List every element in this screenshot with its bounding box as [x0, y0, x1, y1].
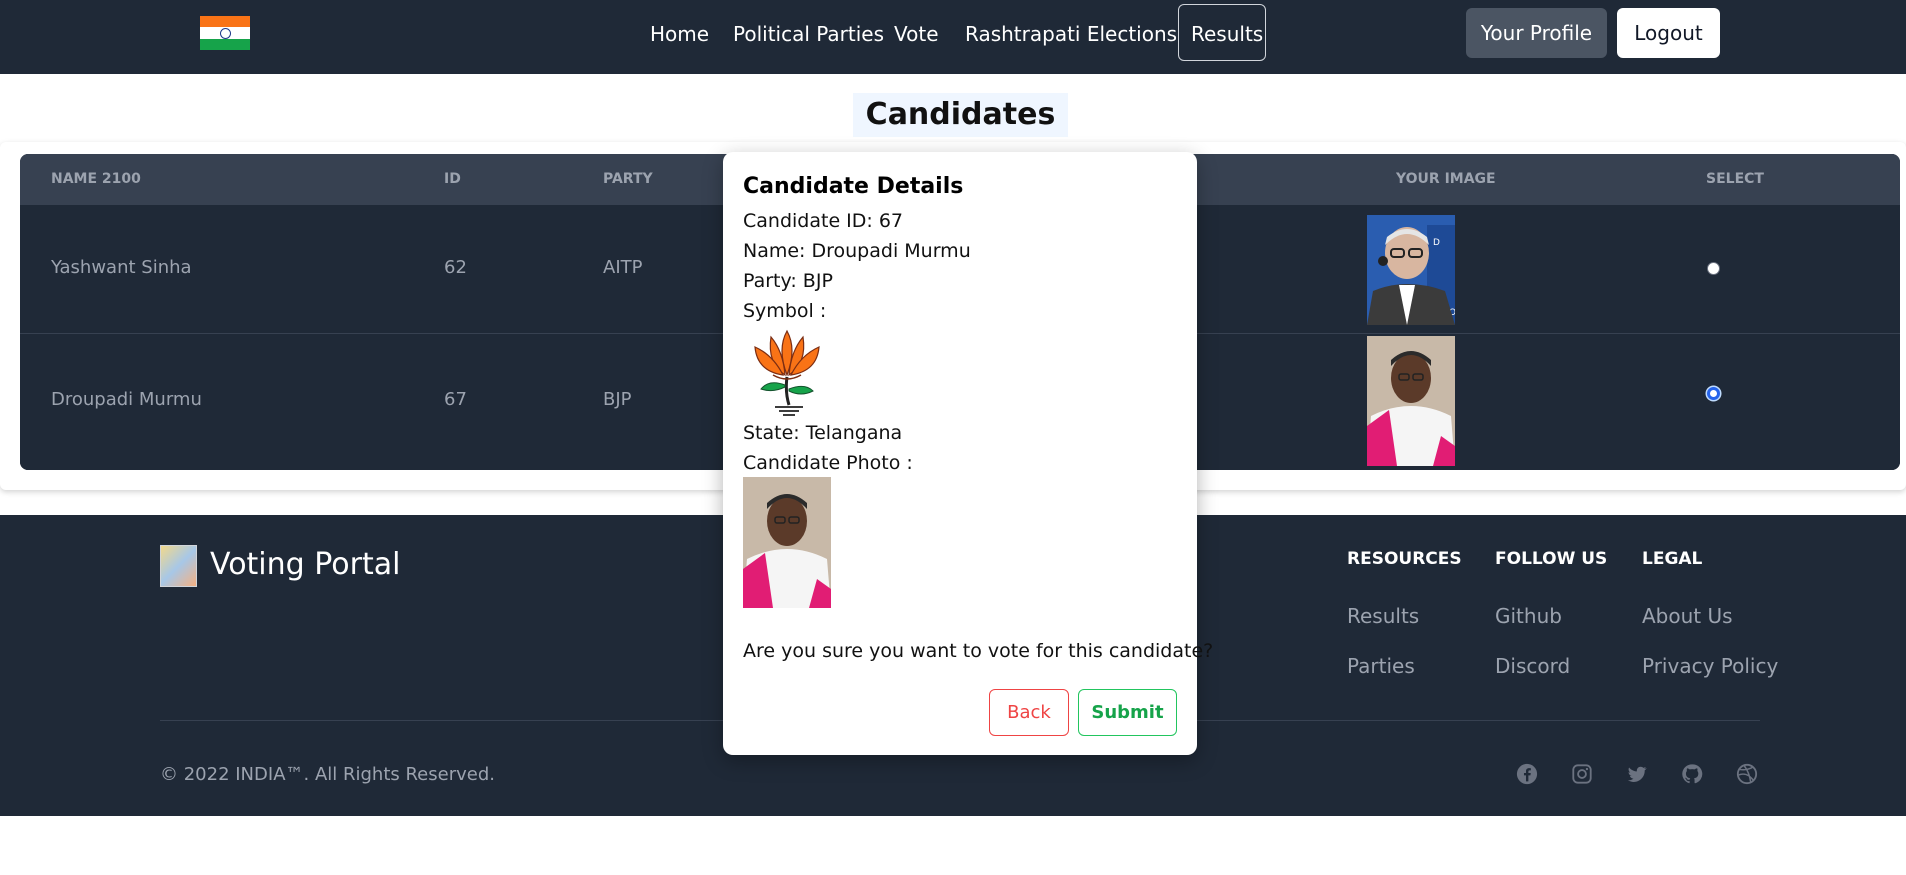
th-party: PARTY — [603, 171, 653, 187]
modal-candidate-party: Party: BJP — [743, 270, 833, 292]
candidate-photo: D W ECO — [1367, 215, 1455, 325]
your-profile-button[interactable]: Your Profile — [1466, 8, 1607, 58]
modal-confirm-question: Are you sure you want to vote for this c… — [743, 640, 1214, 662]
copyright-text: © 2022 INDIA™. All Rights Reserved. — [160, 764, 495, 785]
cell-id: 67 — [444, 389, 467, 410]
modal-title: Candidate Details — [743, 174, 964, 199]
select-radio-yashwant-sinha[interactable] — [1707, 262, 1720, 275]
page-title: Candidates List — [853, 93, 1068, 176]
footer-link-about-us[interactable]: About Us — [1642, 604, 1733, 628]
cell-party: AITP — [603, 257, 643, 278]
voting-portal-logo-icon[interactable] — [160, 545, 197, 587]
footer-link-discord[interactable]: Discord — [1495, 654, 1570, 678]
footer-heading-follow-us: FOLLOW US — [1495, 549, 1608, 569]
facebook-icon[interactable] — [1516, 763, 1538, 785]
instagram-icon[interactable] — [1571, 763, 1593, 785]
th-your-image: YOUR IMAGE — [1396, 171, 1496, 187]
th-select: SELECT — [1706, 171, 1764, 187]
footer-link-results[interactable]: Results — [1347, 604, 1419, 628]
modal-symbol-label: Symbol : — [743, 300, 827, 322]
nav-rashtrapati-elections[interactable]: Rashtrapati Elections — [965, 22, 1177, 46]
footer-brand[interactable]: Voting Portal — [210, 547, 400, 582]
nav-political-parties[interactable]: Political Parties — [733, 22, 884, 46]
footer-heading-legal: LEGAL — [1642, 549, 1703, 569]
cell-name: Droupadi Murmu — [51, 389, 202, 410]
modal-candidate-id: Candidate ID: 67 — [743, 210, 904, 232]
submit-button[interactable]: Submit — [1078, 689, 1177, 736]
modal-candidate-name: Name: Droupadi Murmu — [743, 240, 971, 262]
select-radio-droupadi-murmu[interactable] — [1707, 387, 1720, 400]
dribbble-icon[interactable] — [1736, 763, 1758, 785]
footer-link-privacy-policy[interactable]: Privacy Policy — [1642, 654, 1778, 678]
th-id: ID — [444, 171, 461, 187]
modal-candidate-photo — [743, 477, 831, 608]
logout-button[interactable]: Logout — [1617, 8, 1720, 58]
github-icon[interactable] — [1681, 763, 1703, 785]
back-button[interactable]: Back — [989, 689, 1069, 736]
cell-id: 62 — [444, 257, 467, 278]
candidate-details-modal: Candidate Details Candidate ID: 67 Name:… — [723, 152, 1213, 755]
cell-name: Yashwant Sinha — [51, 257, 192, 278]
cell-party: BJP — [603, 389, 632, 410]
footer-link-github[interactable]: Github — [1495, 604, 1562, 628]
th-name: NAME 2100 — [51, 171, 141, 187]
nav-home[interactable]: Home — [650, 22, 709, 46]
modal-candidate-state: State: Telangana — [743, 422, 903, 444]
footer-link-parties[interactable]: Parties — [1347, 654, 1415, 678]
footer-heading-resources: RESOURCES — [1347, 549, 1462, 569]
nav-results[interactable]: Results — [1191, 22, 1263, 46]
svg-text:D: D — [1433, 238, 1440, 248]
top-navbar: Home Political Parties Vote Rashtrapati … — [0, 0, 1906, 74]
modal-photo-label: Candidate Photo : — [743, 452, 913, 474]
lotus-symbol-icon — [754, 329, 820, 416]
candidate-photo — [1367, 336, 1455, 466]
nav-vote[interactable]: Vote — [894, 22, 939, 46]
twitter-icon[interactable] — [1626, 763, 1648, 785]
